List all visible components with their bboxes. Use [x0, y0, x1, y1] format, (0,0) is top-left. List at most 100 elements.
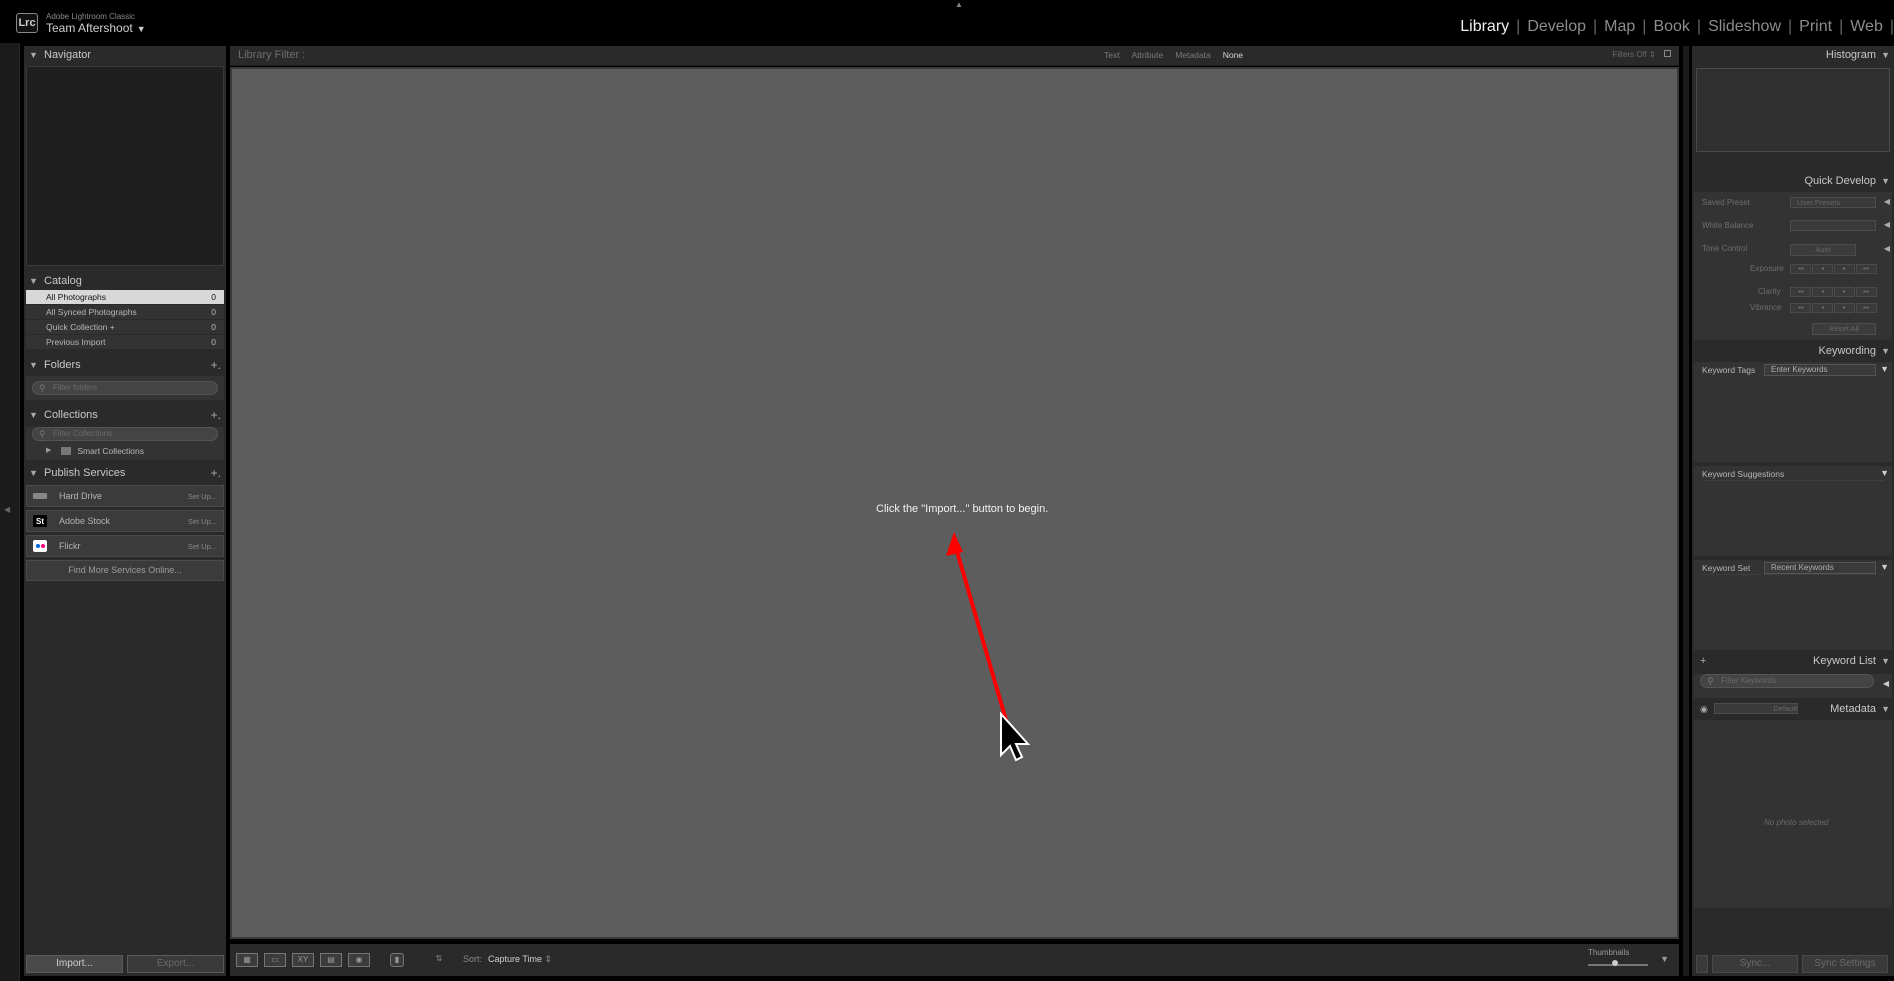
triangle-left-icon[interactable]: ◀	[1884, 197, 1890, 206]
auto-tone-button[interactable]: Auto	[1790, 244, 1856, 256]
catalog-item-all-photographs[interactable]: All Photographs 0	[26, 290, 224, 305]
catalog-item-all-synced[interactable]: All Synced Photographs 0	[26, 305, 224, 320]
triangle-down-icon[interactable]: ▼	[29, 46, 38, 64]
setup-link[interactable]: Set Up...	[188, 542, 217, 551]
sync-toggle-icon[interactable]	[1696, 955, 1708, 973]
triangle-down-icon[interactable]: ▼	[29, 406, 38, 424]
reset-all-button[interactable]: Reset All	[1812, 323, 1876, 335]
folders-header[interactable]: ▼ Folders +.	[24, 356, 226, 374]
white-balance-select[interactable]	[1790, 220, 1876, 231]
keyword-set-select[interactable]: Recent Keywords	[1764, 562, 1876, 574]
smart-collections-item[interactable]: ▶ Smart Collections	[26, 444, 224, 458]
filter-text-tab[interactable]: Text	[1100, 50, 1124, 60]
module-develop[interactable]: Develop	[1520, 18, 1593, 36]
toolbar-options-icon[interactable]: ▼	[1660, 954, 1669, 964]
identity-plate[interactable]: Team Aftershoot ▼	[46, 21, 146, 35]
triangle-down-icon[interactable]: ▼	[1881, 46, 1890, 64]
triangle-left-icon[interactable]: ◀	[1884, 244, 1890, 253]
triangle-down-icon[interactable]: ▼	[1881, 342, 1890, 360]
filter-attribute-tab[interactable]: Attribute	[1128, 50, 1168, 60]
triangle-left-icon[interactable]: ◀	[1883, 679, 1889, 688]
keyword-tags-panel: Keyword Tags Enter Keywords ▼	[1694, 362, 1892, 462]
add-publish-service-icon[interactable]: +.	[211, 464, 221, 482]
export-button[interactable]: Export...	[127, 955, 224, 973]
collapse-top-panel-icon[interactable]: ▲	[955, 0, 963, 9]
find-more-services-button[interactable]: Find More Services Online...	[26, 560, 224, 581]
module-web[interactable]: Web	[1843, 18, 1890, 36]
triangle-down-icon[interactable]: ▼	[1881, 172, 1890, 190]
publish-service-hard-drive[interactable]: Hard Drive Set Up...	[26, 485, 224, 507]
triangle-right-icon[interactable]: ▶	[46, 444, 51, 458]
eye-icon[interactable]: ◉	[1700, 700, 1708, 718]
collapse-left-panel-icon[interactable]: ◀	[4, 505, 10, 514]
module-library[interactable]: Library	[1453, 18, 1516, 36]
adobe-stock-icon: St	[33, 515, 47, 527]
setup-link[interactable]: Set Up...	[188, 492, 217, 501]
catalog-item-previous-import[interactable]: Previous Import 0	[26, 335, 224, 350]
triangle-down-icon[interactable]: ▼	[1881, 652, 1890, 670]
navigator-header[interactable]: ▼ Navigator	[24, 46, 226, 64]
module-slideshow[interactable]: Slideshow	[1701, 18, 1788, 36]
chevron-down-icon[interactable]: ▼	[137, 24, 146, 34]
loupe-view-icon[interactable]: ▭	[264, 953, 286, 967]
saved-preset-select[interactable]: User Presets	[1790, 197, 1876, 208]
triangle-down-icon[interactable]: ▼	[1881, 700, 1890, 718]
clarity-buttons[interactable]: ◂◂ ◂ ▸ ▸▸	[1790, 287, 1877, 297]
triangle-left-icon[interactable]: ◀	[1884, 220, 1890, 229]
sort-direction-icon[interactable]: ⇅	[428, 953, 450, 967]
filter-none-tab[interactable]: None	[1219, 50, 1247, 60]
survey-view-icon[interactable]: ▤	[320, 953, 342, 967]
publish-service-adobe-stock[interactable]: St Adobe Stock Set Up...	[26, 510, 224, 532]
module-print[interactable]: Print	[1792, 18, 1839, 36]
histogram-header[interactable]: Histogram ▼	[1692, 46, 1894, 64]
no-photo-selected-text: No photo selected	[1764, 818, 1829, 827]
triangle-down-icon[interactable]: ▼	[1880, 562, 1889, 572]
sync-button[interactable]: Sync...	[1712, 955, 1798, 973]
import-button[interactable]: Import...	[26, 955, 123, 973]
metadata-preset-select[interactable]: Default	[1714, 703, 1798, 714]
publish-services-header[interactable]: ▼ Publish Services +.	[24, 464, 226, 482]
metadata-header[interactable]: ◉ Default Metadata ▼	[1692, 700, 1894, 718]
triangle-down-icon[interactable]: ▼	[29, 464, 38, 482]
spray-can-icon[interactable]: ▮	[390, 953, 404, 967]
triangle-down-icon[interactable]: ▼	[29, 272, 38, 290]
keyword-tags-select[interactable]: Enter Keywords	[1764, 364, 1876, 376]
folders-search-input[interactable]: ⚲ Filter folders	[32, 381, 218, 395]
catalog-item-quick-collection[interactable]: Quick Collection +0	[26, 320, 224, 335]
keyword-filter-input[interactable]: ⚲ Filter Keywords	[1700, 674, 1874, 688]
people-view-icon[interactable]: ◉	[348, 953, 370, 967]
exposure-buttons[interactable]: ◂◂ ◂ ▸ ▸▸	[1790, 264, 1877, 274]
triangle-down-icon[interactable]: ▼	[1880, 364, 1889, 374]
publish-service-flickr[interactable]: Flickr Set Up...	[26, 535, 224, 557]
vibrance-buttons[interactable]: ◂◂ ◂ ▸ ▸▸	[1790, 303, 1877, 313]
catalog-header[interactable]: ▼ Catalog	[24, 272, 226, 290]
triangle-down-icon[interactable]: ▼	[29, 356, 38, 374]
triangle-down-icon[interactable]: ▼	[1880, 468, 1889, 478]
collections-header[interactable]: ▼ Collections +.	[24, 406, 226, 424]
quick-develop-header[interactable]: Quick Develop ▼	[1692, 172, 1894, 190]
grid-view[interactable]: Click the "Import..." button to begin.	[230, 67, 1679, 939]
filters-status-dropdown[interactable]: Filters Off ⇕	[1612, 50, 1671, 59]
thumbnail-slider-handle[interactable]	[1612, 960, 1618, 966]
grid-view-icon[interactable]: ▦	[236, 953, 258, 967]
sort-value[interactable]: Capture Time	[488, 954, 542, 964]
keyword-list-panel: ⚲ Filter Keywords ◀	[1694, 674, 1892, 698]
collections-search-input[interactable]: ⚲ Filter Collections	[32, 427, 218, 441]
keyword-set-panel: Keyword Set Recent Keywords ▼	[1694, 560, 1892, 650]
keywording-header[interactable]: Keywording ▼	[1692, 342, 1894, 360]
add-collection-icon[interactable]: +.	[211, 406, 221, 424]
filter-metadata-tab[interactable]: Metadata	[1171, 50, 1214, 60]
left-panel-edge[interactable]: ◀	[0, 43, 20, 981]
sync-settings-button[interactable]: Sync Settings	[1802, 955, 1888, 973]
thumbnail-size-slider[interactable]	[1588, 964, 1648, 966]
setup-link[interactable]: Set Up...	[188, 517, 217, 526]
sort-control[interactable]: Sort: Capture Time ⇕	[463, 954, 552, 965]
module-map[interactable]: Map	[1597, 18, 1642, 36]
module-book[interactable]: Book	[1646, 18, 1696, 36]
library-filter-label: Library Filter :	[238, 49, 306, 61]
grid-scrollbar[interactable]	[1683, 46, 1689, 976]
add-keyword-icon[interactable]: +	[1700, 652, 1706, 670]
keyword-list-header[interactable]: + Keyword List ▼	[1692, 652, 1894, 670]
add-folder-icon[interactable]: +.	[211, 356, 221, 374]
compare-view-icon[interactable]: XY	[292, 953, 314, 967]
